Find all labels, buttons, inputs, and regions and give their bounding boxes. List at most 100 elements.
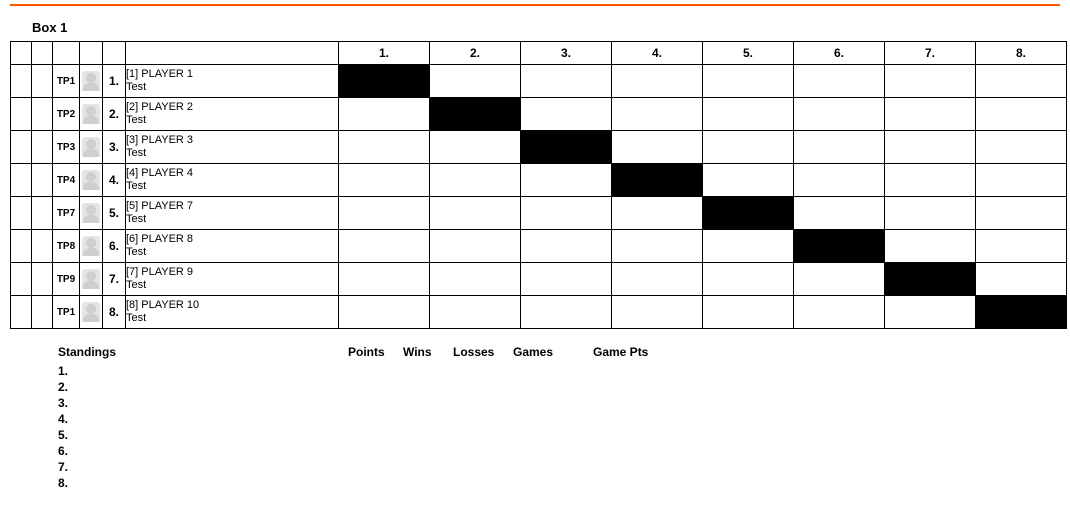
score-cell-diag	[521, 131, 612, 164]
score-cell[interactable]	[976, 230, 1067, 263]
score-cell[interactable]	[521, 296, 612, 329]
score-cell[interactable]	[794, 131, 885, 164]
standings-col-wins: Wins	[403, 345, 453, 359]
tp-code: TP3	[53, 131, 80, 164]
score-cell[interactable]	[885, 296, 976, 329]
score-cell[interactable]	[794, 296, 885, 329]
score-cell[interactable]	[703, 296, 794, 329]
row-blank	[32, 164, 53, 197]
score-cell[interactable]	[703, 164, 794, 197]
score-cell[interactable]	[703, 230, 794, 263]
header-blank	[103, 42, 126, 65]
score-cell[interactable]	[885, 65, 976, 98]
score-cell[interactable]	[976, 164, 1067, 197]
player-sub: Test	[126, 246, 338, 259]
avatar-icon	[82, 236, 100, 256]
score-cell[interactable]	[976, 131, 1067, 164]
player-name: [7] PLAYER 9	[126, 266, 338, 279]
standings-col-gamepts: Game Pts	[593, 345, 673, 359]
score-cell[interactable]	[703, 131, 794, 164]
grid-row: TP4 4. [4] PLAYER 4 Test	[11, 164, 1067, 197]
score-cell[interactable]	[885, 98, 976, 131]
score-cell[interactable]	[976, 98, 1067, 131]
avatar-cell	[80, 230, 103, 263]
score-cell[interactable]	[521, 98, 612, 131]
player-name-cell: [3] PLAYER 3 Test	[126, 131, 339, 164]
row-rank: 8.	[103, 296, 126, 329]
score-cell[interactable]	[430, 197, 521, 230]
col-header: 2.	[430, 42, 521, 65]
row-rank: 3.	[103, 131, 126, 164]
score-cell[interactable]	[612, 230, 703, 263]
score-cell[interactable]	[976, 65, 1067, 98]
score-cell[interactable]	[521, 230, 612, 263]
score-cell[interactable]	[794, 98, 885, 131]
score-cell[interactable]	[521, 263, 612, 296]
score-cell[interactable]	[794, 65, 885, 98]
player-name-cell: [8] PLAYER 10 Test	[126, 296, 339, 329]
score-cell[interactable]	[976, 197, 1067, 230]
score-cell[interactable]	[339, 230, 430, 263]
score-cell[interactable]	[430, 131, 521, 164]
score-cell[interactable]	[339, 131, 430, 164]
col-header: 7.	[885, 42, 976, 65]
player-sub: Test	[126, 279, 338, 292]
score-cell[interactable]	[430, 164, 521, 197]
score-cell[interactable]	[794, 263, 885, 296]
score-cell[interactable]	[885, 230, 976, 263]
score-cell-diag	[703, 197, 794, 230]
score-cell[interactable]	[794, 164, 885, 197]
standings-header: Standings Points Wins Losses Games Game …	[58, 345, 758, 359]
col-header: 3.	[521, 42, 612, 65]
score-cell[interactable]	[612, 98, 703, 131]
score-cell[interactable]	[339, 164, 430, 197]
score-cell[interactable]	[612, 296, 703, 329]
score-cell[interactable]	[430, 296, 521, 329]
player-name-cell: [5] PLAYER 7 Test	[126, 197, 339, 230]
score-cell[interactable]	[794, 197, 885, 230]
score-cell[interactable]	[339, 197, 430, 230]
row-blank	[32, 263, 53, 296]
score-cell[interactable]	[885, 197, 976, 230]
score-cell[interactable]	[521, 65, 612, 98]
score-cell[interactable]	[703, 98, 794, 131]
standings-title: Standings	[58, 345, 348, 359]
score-cell[interactable]	[612, 131, 703, 164]
player-sub: Test	[126, 81, 338, 94]
score-cell[interactable]	[521, 197, 612, 230]
standings-row: 1.	[58, 363, 758, 379]
tp-code: TP4	[53, 164, 80, 197]
standings-section: Standings Points Wins Losses Games Game …	[58, 345, 758, 491]
page: Box 1 1. 2. 3. 4. 5. 6. 7. 8. TP1 1.	[0, 4, 1070, 511]
score-cell[interactable]	[612, 197, 703, 230]
score-cell[interactable]	[612, 65, 703, 98]
player-name: [8] PLAYER 10	[126, 299, 338, 312]
col-header: 5.	[703, 42, 794, 65]
row-rank: 2.	[103, 98, 126, 131]
score-cell-diag	[976, 296, 1067, 329]
score-cell-diag	[339, 65, 430, 98]
score-cell[interactable]	[703, 65, 794, 98]
score-cell[interactable]	[612, 263, 703, 296]
score-cell[interactable]	[885, 164, 976, 197]
score-cell[interactable]	[339, 263, 430, 296]
row-rank: 1.	[103, 65, 126, 98]
score-cell[interactable]	[885, 131, 976, 164]
player-name: [4] PLAYER 4	[126, 167, 338, 180]
score-cell[interactable]	[703, 263, 794, 296]
player-name: [3] PLAYER 3	[126, 134, 338, 147]
score-cell[interactable]	[430, 65, 521, 98]
player-sub: Test	[126, 312, 338, 325]
standings-list: 1. 2. 3. 4. 5. 6. 7. 8.	[58, 363, 758, 491]
score-cell[interactable]	[339, 98, 430, 131]
avatar-icon	[82, 269, 100, 289]
player-sub: Test	[126, 180, 338, 193]
row-blank	[11, 164, 32, 197]
score-cell[interactable]	[430, 263, 521, 296]
tp-code: TP9	[53, 263, 80, 296]
col-header: 6.	[794, 42, 885, 65]
score-cell[interactable]	[339, 296, 430, 329]
score-cell[interactable]	[430, 230, 521, 263]
score-cell[interactable]	[976, 263, 1067, 296]
score-cell[interactable]	[521, 164, 612, 197]
